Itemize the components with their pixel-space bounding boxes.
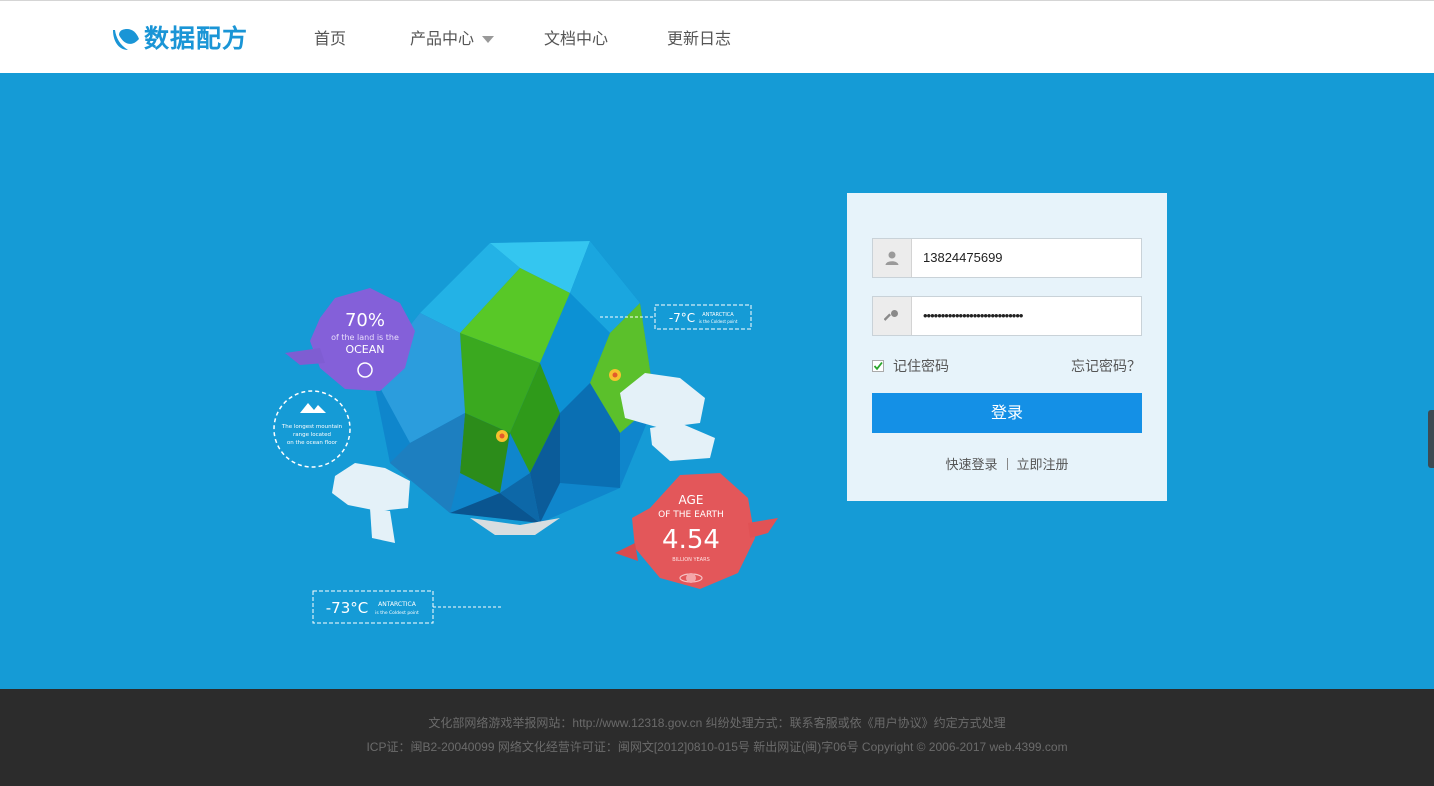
temp-bottom-box: -73°C ANTARCTICA is the Coldest point <box>312 590 503 624</box>
checkmark-icon <box>873 361 883 371</box>
key-icon <box>873 297 912 335</box>
earth-globe <box>372 241 655 535</box>
age-unit: BILLION YEARS <box>672 557 710 563</box>
temp-bottom-value: -73°C <box>326 599 368 617</box>
nav-item-changelog[interactable]: 更新日志 <box>667 25 731 49</box>
login-panel: 13824475699 ••••••••••••••••••••••••••••… <box>847 193 1167 501</box>
land-line1: of the land is the <box>331 333 399 342</box>
username-input[interactable]: 13824475699 <box>912 239 1141 277</box>
nav-item-docs[interactable]: 文档中心 <box>544 25 608 49</box>
age-line1: AGE <box>679 493 704 507</box>
remember-checkbox[interactable] <box>872 360 884 372</box>
mountain-line2: range located <box>293 432 331 438</box>
side-float-tab[interactable] <box>1428 410 1434 468</box>
chevron-down-icon <box>482 36 495 43</box>
land-line2: OCEAN <box>345 343 384 356</box>
nav-item-home[interactable]: 首页 <box>314 25 346 49</box>
ocean-stat-bubble: 70% of the land is the OCEAN <box>285 288 415 391</box>
logo-icon <box>113 29 139 50</box>
link-divider <box>1006 458 1008 470</box>
top-navigation-bar: 数据配方 首页 产品中心 文档中心 更新日志 <box>0 0 1434 73</box>
user-icon <box>873 239 912 277</box>
remember-password[interactable]: 记住密码 <box>872 356 949 376</box>
quick-login-link[interactable]: 快速登录 <box>945 458 997 473</box>
brand-name: 数据配方 <box>144 24 249 53</box>
register-link[interactable]: 立即注册 <box>1017 458 1069 473</box>
age-value: 4.54 <box>662 525 720 555</box>
username-field[interactable]: 13824475699 <box>872 238 1142 278</box>
footer-report-line: 文化部网络游戏举报网站：http://www.12318.gov.cn 纠纷处理… <box>428 716 1006 730</box>
temp-bottom-label: ANTARCTICA <box>378 601 417 608</box>
login-banner: 70% of the land is the OCEAN The longest… <box>0 73 1434 689</box>
temp-top-sub: is the Coldest point <box>699 319 738 324</box>
login-links: 快速登录 立即注册 <box>847 454 1167 473</box>
footer: 文化部网络游戏举报网站：http://www.12318.gov.cn 纠纷处理… <box>0 689 1434 786</box>
footer-license-line: ICP证：闽B2-20040099 网络文化经营许可证：闽网文[2012]081… <box>366 740 1068 754</box>
earth-infographic: 70% of the land is the OCEAN The longest… <box>273 241 778 624</box>
temp-bottom-sub: is the Coldest point <box>375 610 419 616</box>
temp-top-label: ANTARCTICA <box>702 312 734 318</box>
brand-logo[interactable]: 数据配方 <box>110 20 248 54</box>
password-input[interactable]: •••••••••••••••••••••••••••• <box>912 297 1141 335</box>
age-line2: OF THE EARTH <box>658 510 724 520</box>
temp-top-value: -7°C <box>669 311 695 325</box>
forgot-password-link[interactable]: 忘记密码？ <box>1071 356 1141 376</box>
remember-label: 记住密码 <box>893 359 949 375</box>
mountain-line1: The longest mountain <box>281 424 343 430</box>
password-field[interactable]: •••••••••••••••••••••••••••• <box>872 296 1142 336</box>
login-button[interactable]: 登录 <box>872 393 1142 433</box>
nav-item-products-label: 产品中心 <box>410 29 475 48</box>
mountain-fact-circle: The longest mountain range located on th… <box>273 390 351 468</box>
land-percent: 70% <box>345 310 385 331</box>
nav-item-products[interactable]: 产品中心 <box>410 25 495 49</box>
earth-age-bubble: AGE OF THE EARTH 4.54 BILLION YEARS <box>615 473 778 589</box>
mountain-line3: on the ocean floor <box>287 440 338 446</box>
